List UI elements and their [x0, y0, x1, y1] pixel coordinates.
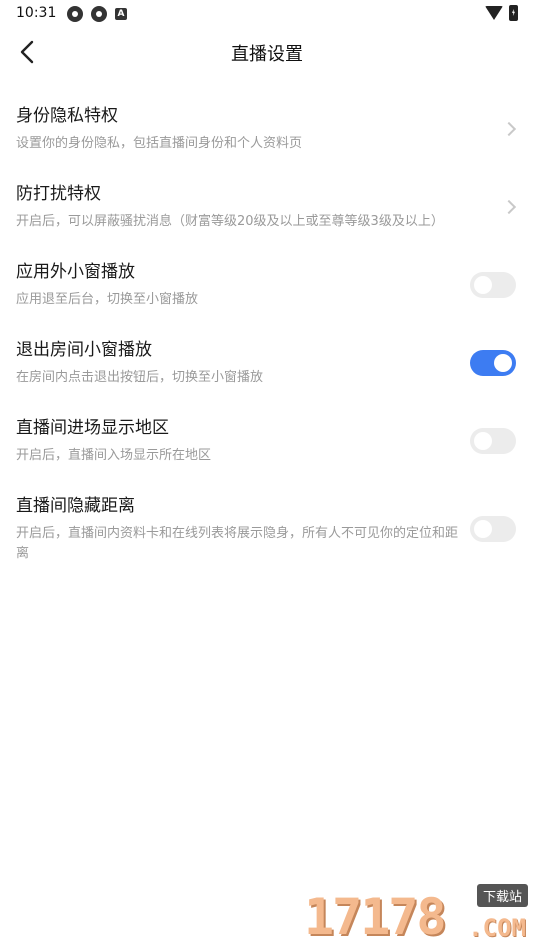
- toggle-knob: [474, 276, 492, 294]
- hide-distance-toggle[interactable]: [470, 516, 516, 542]
- toggle-knob: [474, 432, 492, 450]
- setting-do-not-disturb[interactable]: 防打扰特权 开启后，可以屏蔽骚扰消息（财富等级20级及以上或至尊等级3级及以上）: [0, 168, 534, 246]
- battery-icon: [509, 5, 518, 21]
- chevron-right-icon: [501, 199, 517, 215]
- setting-title: 直播间隐藏距离: [16, 496, 135, 516]
- setting-title: 身份隐私特权: [16, 106, 118, 126]
- setting-title: 直播间进场显示地区: [16, 418, 169, 438]
- setting-description: 开启后，直播间入场显示所在地区: [16, 448, 212, 463]
- show-region-toggle[interactable]: [470, 428, 516, 454]
- watermark-digits: 17178: [304, 888, 447, 946]
- setting-exit-room-pip: 退出房间小窗播放 在房间内点击退出按钮后，切换至小窗播放: [0, 324, 534, 402]
- setting-description: 开启后，可以屏蔽骚扰消息（财富等级20级及以上或至尊等级3级及以上）: [16, 214, 444, 229]
- setting-title: 应用外小窗播放: [16, 262, 135, 282]
- page-title: 直播设置: [231, 44, 303, 65]
- status-bar: 10:31 A: [0, 0, 534, 28]
- site-watermark-logo: 17178 下载站 .COM: [304, 884, 528, 946]
- app-bar: 直播设置: [0, 28, 534, 76]
- toggle-knob: [474, 520, 492, 538]
- setting-title: 退出房间小窗播放: [16, 340, 152, 360]
- status-icons-left: A: [67, 6, 127, 22]
- wifi-icon: [485, 6, 503, 20]
- app-icon: A: [115, 8, 127, 20]
- setting-background-pip: 应用外小窗播放 应用退至后台，切换至小窗播放: [0, 246, 534, 324]
- setting-show-region: 直播间进场显示地区 开启后，直播间入场显示所在地区: [0, 402, 534, 480]
- setting-title: 防打扰特权: [16, 184, 101, 204]
- background-pip-toggle[interactable]: [470, 272, 516, 298]
- settings-list: 身份隐私特权 设置你的身份隐私，包括直播间身份和个人资料页 防打扰特权 开启后，…: [0, 90, 534, 578]
- notification-icon: [91, 6, 107, 22]
- setting-description: 在房间内点击退出按钮后，切换至小窗播放: [16, 370, 264, 385]
- status-time: 10:31: [16, 5, 57, 21]
- watermark-suffix: .COM: [468, 914, 526, 942]
- chevron-right-icon: [501, 121, 517, 137]
- watermark-tag: 下载站: [476, 884, 528, 907]
- setting-hide-distance: 直播间隐藏距离 开启后，直播间内资料卡和在线列表将展示隐身，所有人不可见你的定位…: [0, 480, 534, 578]
- notification-icon: [67, 6, 83, 22]
- toggle-knob: [494, 354, 512, 372]
- status-icons-right: [485, 5, 518, 21]
- setting-description: 开启后，直播间内资料卡和在线列表将展示隐身，所有人不可见你的定位和距离: [16, 526, 459, 561]
- exit-room-pip-toggle[interactable]: [470, 350, 516, 376]
- setting-identity-privacy[interactable]: 身份隐私特权 设置你的身份隐私，包括直播间身份和个人资料页: [0, 90, 534, 168]
- setting-description: 应用退至后台，切换至小窗播放: [16, 292, 199, 307]
- setting-description: 设置你的身份隐私，包括直播间身份和个人资料页: [16, 136, 303, 151]
